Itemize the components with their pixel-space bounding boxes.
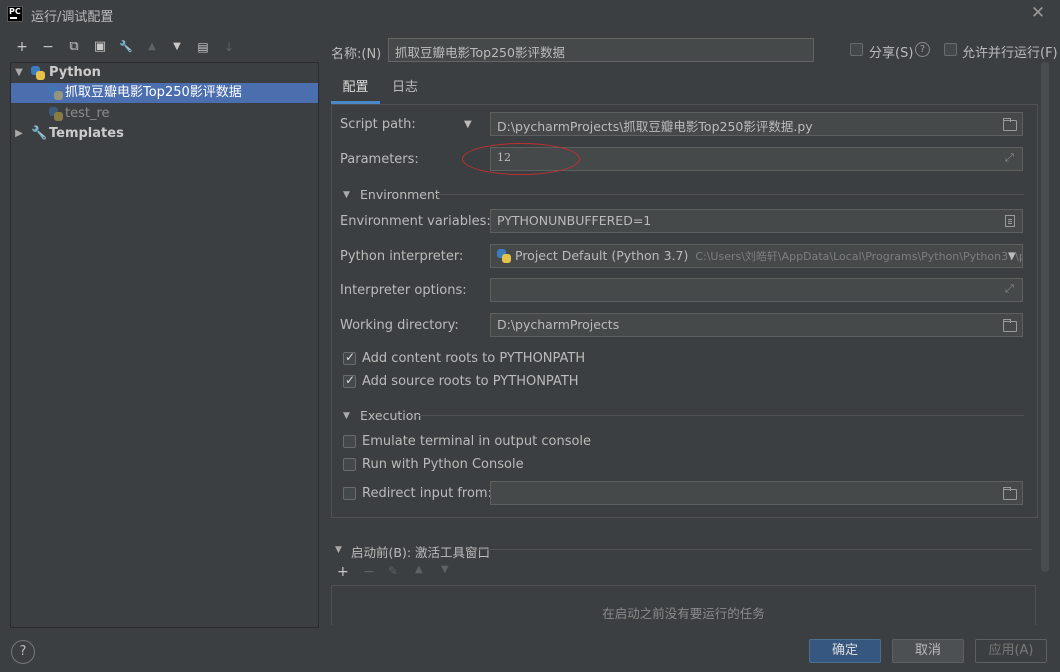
parallel-checkbox[interactable] bbox=[944, 43, 957, 56]
share-label: 分享(S) bbox=[869, 46, 914, 61]
interp-options-input[interactable] bbox=[490, 278, 1023, 302]
tree-item-label: Python bbox=[49, 65, 101, 80]
add-config-icon[interactable]: + bbox=[13, 38, 31, 56]
parameters-label: Parameters: bbox=[340, 152, 419, 167]
parallel-label: 允许并行运行(F) bbox=[962, 46, 1058, 61]
python-icon bbox=[31, 66, 45, 80]
python-icon bbox=[49, 86, 63, 100]
close-icon[interactable]: ✕ bbox=[1030, 4, 1046, 22]
folder-icon[interactable] bbox=[1003, 118, 1017, 131]
tree-item-label: Templates bbox=[49, 126, 124, 141]
apply-button[interactable]: 应用(A) bbox=[975, 639, 1047, 663]
wrench-icon: 🔧 bbox=[31, 126, 48, 141]
scrollbar[interactable] bbox=[1041, 62, 1049, 572]
add-content-roots-checkbox[interactable] bbox=[343, 350, 356, 365]
collapse-caret-icon[interactable]: ▼ bbox=[343, 411, 350, 421]
ok-button[interactable]: 确定 bbox=[809, 639, 881, 663]
interpreter-select[interactable]: Project Default (Python 3.7) C:\Users\刘皓… bbox=[490, 244, 1023, 268]
cancel-button[interactable]: 取消 bbox=[892, 639, 964, 663]
env-vars-input[interactable]: PYTHONUNBUFFERED=1 bbox=[490, 209, 1023, 233]
execution-section-title: Execution bbox=[360, 408, 422, 423]
config-tree[interactable]: ▼ Python 抓取豆瓣电影Top250影评数据 test_re ▶ 🔧 Te… bbox=[10, 62, 319, 628]
tree-item-label: test_re bbox=[65, 106, 110, 121]
tree-item-templates[interactable]: ▶ 🔧 Templates bbox=[11, 124, 318, 144]
folder-icon[interactable] bbox=[1003, 487, 1017, 500]
add-source-roots-label: Add source roots to PYTHONPATH bbox=[362, 374, 579, 389]
move-up-icon[interactable]: ▲ bbox=[143, 38, 161, 56]
move-down-icon[interactable]: ▼ bbox=[441, 564, 449, 575]
edit-task-icon[interactable]: ✎ bbox=[388, 564, 398, 578]
environment-section-title: Environment bbox=[360, 187, 440, 202]
env-vars-label: Environment variables: bbox=[340, 214, 491, 229]
emulate-terminal-checkbox[interactable] bbox=[343, 435, 356, 448]
move-up-icon[interactable]: ▲ bbox=[415, 564, 423, 575]
interpreter-value: Project Default (Python 3.7) bbox=[515, 248, 689, 263]
move-down-icon[interactable]: ▼ bbox=[168, 38, 186, 56]
interpreter-path: C:\Users\刘皓轩\AppData\Local\Programs\Pyth… bbox=[695, 250, 1023, 263]
collapse-caret-icon[interactable]: ▼ bbox=[335, 545, 342, 555]
expand-icon[interactable]: ⤢ bbox=[1005, 282, 1014, 296]
name-label: 名称:(N) bbox=[331, 47, 382, 62]
edit-env-vars-icon[interactable] bbox=[1005, 215, 1015, 227]
title-bar bbox=[0, 0, 1060, 30]
folder-icon[interactable] bbox=[1003, 319, 1017, 332]
annotation-ellipse bbox=[462, 143, 580, 175]
run-with-console-label: Run with Python Console bbox=[362, 457, 524, 472]
section-divider bbox=[476, 549, 1032, 550]
name-input[interactable]: 抓取豆瓣电影Top250影评数据 bbox=[388, 38, 814, 62]
remove-config-icon[interactable]: − bbox=[39, 38, 57, 56]
section-divider bbox=[419, 415, 1024, 416]
python-icon bbox=[497, 249, 511, 263]
caret-down-icon[interactable]: ▼ bbox=[13, 63, 25, 83]
add-content-roots-label: Add content roots to PYTHONPATH bbox=[362, 351, 586, 366]
script-type-dropdown-icon[interactable]: ▼ bbox=[464, 119, 472, 130]
before-launch-empty-text: 在启动之前没有要运行的任务 bbox=[602, 606, 765, 621]
wrench-icon[interactable]: 🔧 bbox=[117, 38, 135, 56]
caret-right-icon[interactable]: ▶ bbox=[13, 124, 25, 144]
tree-item-config[interactable]: test_re bbox=[11, 104, 318, 124]
help-button[interactable]: ? bbox=[11, 640, 35, 664]
tree-item-label: 抓取豆瓣电影Top250影评数据 bbox=[65, 85, 242, 100]
interpreter-label: Python interpreter: bbox=[340, 249, 464, 264]
redirect-input-field[interactable] bbox=[490, 481, 1023, 505]
working-dir-input[interactable]: D:\pycharmProjects bbox=[490, 313, 1023, 337]
chevron-down-icon[interactable]: ▼ bbox=[1008, 251, 1016, 262]
add-task-icon[interactable]: + bbox=[337, 564, 349, 580]
expand-icon[interactable]: ⤢ bbox=[1005, 151, 1014, 165]
tree-item-python[interactable]: ▼ Python bbox=[11, 63, 318, 83]
share-checkbox[interactable] bbox=[850, 43, 863, 56]
window-title: 运行/调试配置 bbox=[31, 10, 114, 25]
interp-options-label: Interpreter options: bbox=[340, 283, 467, 298]
new-folder-icon[interactable]: ▤ bbox=[194, 38, 212, 56]
before-launch-title: 启动前(B): 激活工具窗口 bbox=[351, 545, 491, 560]
section-divider bbox=[434, 194, 1024, 195]
collapse-caret-icon[interactable]: ▼ bbox=[343, 190, 350, 200]
run-with-console-checkbox[interactable] bbox=[343, 458, 356, 471]
redirect-input-checkbox[interactable] bbox=[343, 487, 356, 500]
script-path-input[interactable]: D:\pycharmProjects\抓取豆瓣电影Top250影评数据.py bbox=[490, 112, 1023, 136]
tree-item-config[interactable]: 抓取豆瓣电影Top250影评数据 bbox=[11, 83, 318, 103]
redirect-input-label: Redirect input from: bbox=[362, 486, 492, 501]
script-path-label: Script path: bbox=[340, 117, 416, 132]
working-dir-label: Working directory: bbox=[340, 318, 459, 333]
tab-config[interactable]: 配置 bbox=[331, 74, 380, 104]
sort-icon[interactable]: ↓ bbox=[220, 38, 238, 56]
pycharm-logo-icon: PC bbox=[7, 6, 23, 22]
tab-logs[interactable]: 日志 bbox=[382, 74, 428, 104]
save-config-icon[interactable]: ▣ bbox=[91, 38, 109, 56]
remove-task-icon[interactable]: − bbox=[363, 564, 375, 580]
help-icon[interactable]: ? bbox=[915, 42, 930, 57]
emulate-terminal-label: Emulate terminal in output console bbox=[362, 434, 592, 449]
python-icon bbox=[49, 107, 63, 121]
add-source-roots-checkbox[interactable] bbox=[343, 373, 356, 388]
copy-config-icon[interactable]: ⧉ bbox=[65, 38, 83, 56]
